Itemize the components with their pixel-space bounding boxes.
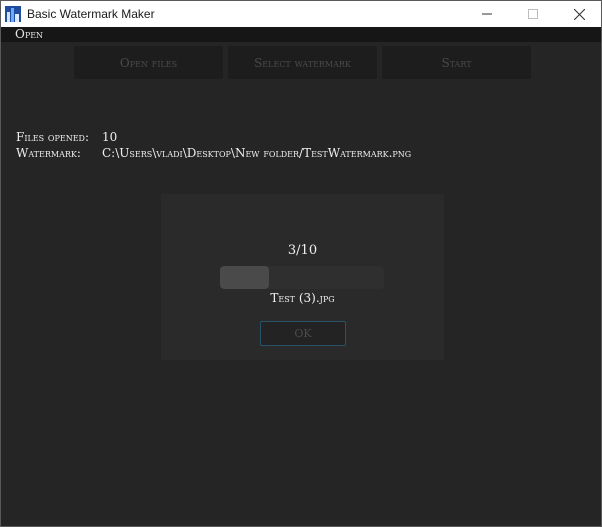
minimize-icon	[482, 13, 492, 15]
title-bar[interactable]: Basic Watermark Maker	[1, 1, 601, 27]
maximize-icon	[528, 9, 538, 19]
close-icon	[573, 8, 585, 20]
maximize-button[interactable]	[510, 1, 556, 27]
watermark-path: C:\Users\vladi\Desktop\New folder/TestWa…	[102, 146, 412, 160]
close-button[interactable]	[556, 1, 602, 27]
current-file-name: Test (3).jpg	[270, 291, 335, 305]
progress-count: 3/10	[287, 243, 318, 258]
files-opened-value: 10	[102, 130, 118, 144]
watermark-label: Watermark:	[16, 146, 81, 160]
window-title: Basic Watermark Maker	[27, 7, 155, 21]
progress-bar-fill	[220, 266, 270, 289]
menu-open[interactable]: Open	[15, 27, 43, 42]
select-watermark-button[interactable]: Select watermark	[228, 46, 377, 79]
progress-dialog: 3/10 Test (3).jpg OK	[161, 194, 444, 360]
start-button[interactable]: Start	[382, 46, 531, 79]
app-icon	[5, 6, 21, 22]
menu-bar: Open	[1, 27, 601, 42]
open-files-button[interactable]: Open files	[74, 46, 223, 79]
minimize-button[interactable]	[464, 1, 510, 27]
files-opened-label: Files opened:	[16, 130, 90, 144]
app-window: Basic Watermark Maker Open Open files Se…	[0, 0, 602, 527]
progress-bar	[220, 266, 384, 289]
ok-button[interactable]: OK	[260, 321, 346, 346]
watermark-row: Watermark: C:\Users\vladi\Desktop\New fol…	[16, 146, 411, 160]
files-opened-row: Files opened: 10	[16, 130, 117, 144]
